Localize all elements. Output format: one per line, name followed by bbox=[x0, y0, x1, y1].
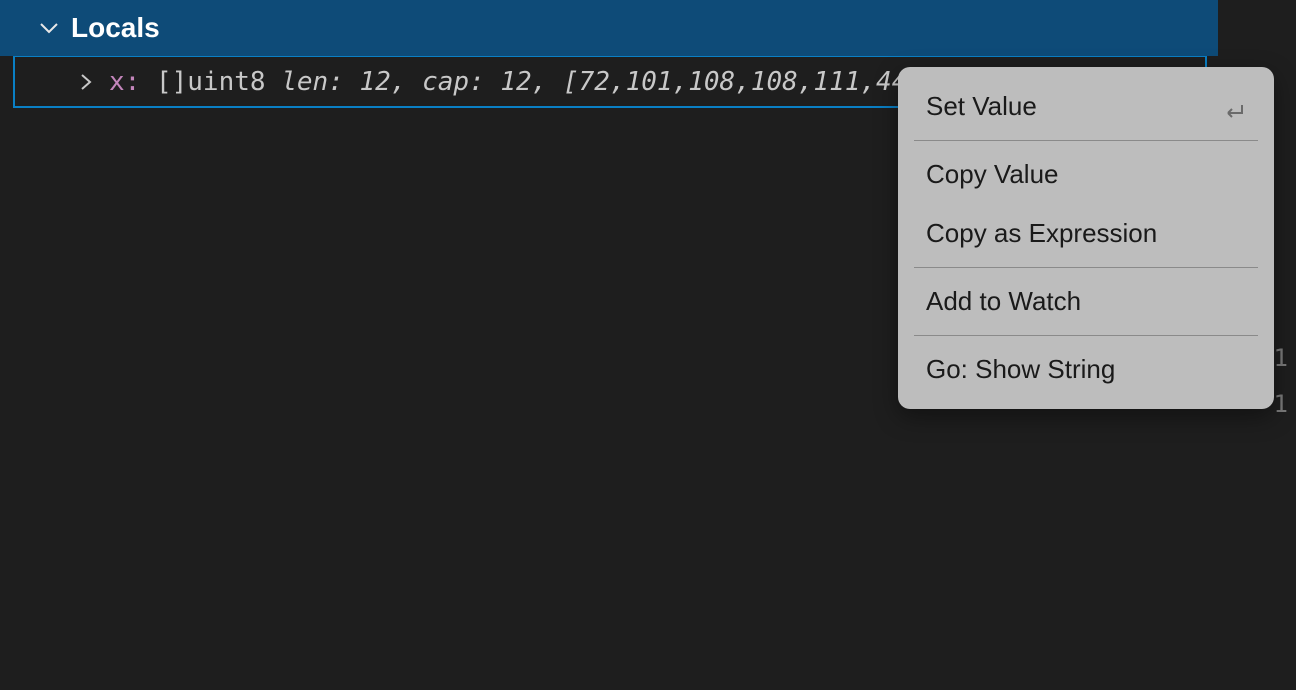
variable-name: x: bbox=[109, 67, 140, 97]
menu-item-label: Copy Value bbox=[926, 159, 1059, 190]
chevron-down-icon bbox=[39, 18, 59, 38]
menu-item-label: Go: Show String bbox=[926, 354, 1115, 385]
gutter-line-number: 1 bbox=[1274, 390, 1288, 418]
menu-separator bbox=[914, 267, 1258, 268]
menu-item-copy-expression[interactable]: Copy as Expression bbox=[898, 204, 1274, 263]
menu-separator bbox=[914, 140, 1258, 141]
variable-details: len: 12, cap: 12, bbox=[281, 67, 563, 97]
menu-item-add-watch[interactable]: Add to Watch bbox=[898, 272, 1274, 331]
chevron-right-icon[interactable] bbox=[77, 73, 95, 91]
menu-item-label: Add to Watch bbox=[926, 286, 1081, 317]
menu-item-go-show-string[interactable]: Go: Show String bbox=[898, 340, 1274, 399]
menu-item-copy-value[interactable]: Copy Value bbox=[898, 145, 1274, 204]
section-title: Locals bbox=[71, 12, 160, 44]
section-header-locals[interactable]: Locals bbox=[0, 0, 1218, 56]
menu-item-label: Set Value bbox=[926, 91, 1037, 122]
menu-item-label: Copy as Expression bbox=[926, 218, 1157, 249]
gutter-line-number: 1 bbox=[1274, 344, 1288, 372]
context-menu: Set Value Copy Value Copy as Expression … bbox=[898, 67, 1274, 409]
menu-separator bbox=[914, 335, 1258, 336]
variable-type: []uint8 bbox=[156, 67, 281, 97]
enter-key-icon bbox=[1222, 97, 1246, 117]
menu-item-set-value[interactable]: Set Value bbox=[898, 77, 1274, 136]
variable-values: [72,101,108,108,111,44 bbox=[563, 67, 907, 97]
variable-content: x: []uint8 len: 12, cap: 12, [72,101,108… bbox=[109, 67, 907, 97]
